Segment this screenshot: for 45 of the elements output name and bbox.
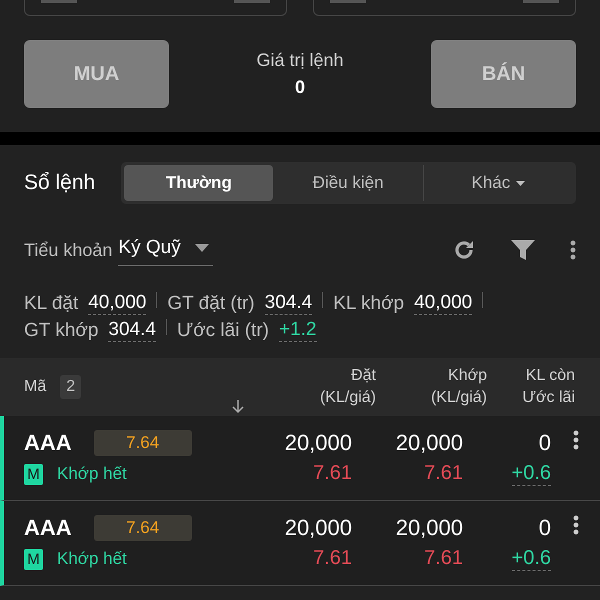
column-header: Khớp (KL/giá) xyxy=(430,366,487,408)
symbol: AAA xyxy=(24,515,72,541)
stat-label: GT khớp xyxy=(24,320,98,342)
price-tag: 7.64 xyxy=(94,430,192,456)
matched-price: 7.61 xyxy=(424,547,463,571)
order-row[interactable]: AAA 7.64 20,000 20,000 0 M Khớp hết 7.61 7.61 +0.6 xyxy=(0,501,600,586)
matched-quantity: 20,000 xyxy=(396,515,463,541)
tab[interactable]: Thường xyxy=(124,165,274,201)
order-status: Khớp hết xyxy=(57,549,127,569)
placed-quantity: 20,000 xyxy=(284,430,352,456)
column-header: Đặt (KL/giá) xyxy=(318,366,376,408)
remaining-quantity: 0 xyxy=(538,430,551,456)
order-row[interactable]: AAA 7.64 20,000 20,000 0 M Khớp hết 7.61 7.61 +0.6 xyxy=(0,416,600,501)
tab[interactable]: Điều kiện xyxy=(273,165,423,201)
placed-price: 7.61 xyxy=(313,462,352,486)
subaccount-label: Tiểu khoản xyxy=(24,240,112,260)
stat-value: 304.4 xyxy=(108,319,156,342)
stat-value: 40,000 xyxy=(88,292,146,315)
placed-quantity: 20,000 xyxy=(284,515,352,541)
stat-label: GT đặt (tr) xyxy=(167,292,255,314)
stat-label: KL khớp xyxy=(333,292,404,314)
stat-value: 304.4 xyxy=(264,292,312,315)
column-header: KL còn Ước lãi xyxy=(522,366,575,408)
subaccount-select[interactable]: Ký Quỹ xyxy=(118,234,213,266)
remaining-quantity: 0 xyxy=(538,515,551,541)
matched-price: 7.61 xyxy=(424,462,463,486)
price-tag: 7.64 xyxy=(94,515,192,541)
order-value: 0 xyxy=(294,77,305,98)
placed-price: 7.61 xyxy=(313,547,352,571)
stat-label: Ước lãi (tr) xyxy=(176,320,269,342)
column-header: Mã xyxy=(24,378,46,396)
order-type-badge: M xyxy=(24,464,43,484)
order-value-label: Giá trị lệnh xyxy=(256,50,344,71)
symbol: AAA xyxy=(24,430,72,456)
stat-value: +1.2 xyxy=(278,319,316,342)
matched-quantity: 20,000 xyxy=(396,430,463,456)
stat-value: 40,000 xyxy=(414,292,472,315)
estimated-profit: +0.6 xyxy=(512,462,551,486)
tab[interactable]: Khác xyxy=(422,165,573,201)
order-type-badge: M xyxy=(24,548,43,570)
stat-label: KL đặt xyxy=(24,292,78,314)
order-status: Khớp hết xyxy=(57,464,127,484)
estimated-profit: +0.6 xyxy=(512,547,551,571)
section-title: Sổ lệnh xyxy=(24,171,96,195)
count-badge: 2 xyxy=(60,375,82,399)
